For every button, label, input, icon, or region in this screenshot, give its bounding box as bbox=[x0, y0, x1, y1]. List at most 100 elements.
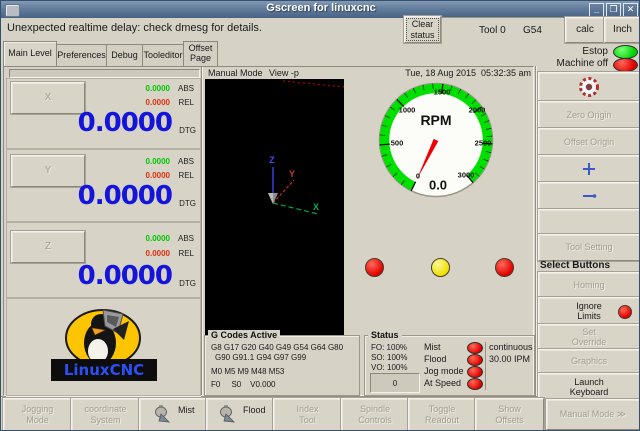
jog-increment-box[interactable]: 0 bbox=[370, 373, 420, 393]
zero-origin-button[interactable]: Zero Origin bbox=[538, 101, 640, 129]
gremlin-3d-viewport[interactable]: Z Y X bbox=[205, 79, 344, 336]
abs-label: ABS bbox=[178, 234, 194, 243]
gcodes-line2: G90 G91.1 G94 G97 G99 bbox=[215, 353, 306, 362]
offset-origin-button[interactable]: Offset Origin bbox=[538, 128, 640, 156]
minimize-icon[interactable]: _ bbox=[589, 3, 604, 17]
select-buttons-label: Select Buttons bbox=[540, 260, 610, 271]
jog-continuous-label: continuous bbox=[489, 342, 533, 352]
gauge-tick-1500: 1500 bbox=[434, 88, 451, 97]
tab-tooleditor[interactable]: Tooleditor bbox=[142, 44, 184, 66]
axis-x-button[interactable]: X bbox=[11, 82, 85, 114]
tool-setting-button[interactable]: Tool Setting bbox=[538, 234, 640, 261]
feed-override: FO: 100% bbox=[371, 343, 407, 352]
jogging-mode-button[interactable]: Jogging Mode bbox=[3, 398, 72, 431]
dro-group-z: Z 0.0000 ABS 0.0000 REL 0.0000 DTG bbox=[6, 222, 201, 298]
logo-text: LinuxCNC bbox=[64, 361, 144, 379]
show-offsets-button[interactable]: Show Offsets bbox=[475, 398, 544, 431]
z-abs-value: 0.0000 bbox=[146, 234, 170, 243]
homing-button[interactable]: Homing bbox=[538, 272, 640, 298]
y-axis-line bbox=[273, 180, 294, 203]
graphics-button[interactable]: Graphics bbox=[538, 349, 640, 374]
rpm-gauge: 0 500 1000 1500 2000 2500 3000 RPM 0.0 bbox=[376, 79, 496, 201]
coord-system: G54 bbox=[523, 25, 542, 36]
jog-progress-bar bbox=[9, 69, 200, 78]
jog-mode-status-led bbox=[467, 366, 483, 378]
status-divider bbox=[485, 342, 486, 390]
flood-status-label: Flood bbox=[424, 354, 447, 364]
mist-status-label: Mist bbox=[424, 342, 441, 352]
blank-button[interactable] bbox=[538, 209, 640, 235]
tab-offset-page[interactable]: Offset Page bbox=[183, 41, 218, 66]
z-dtg-value: 0.0000 bbox=[78, 261, 172, 291]
x-axis-line bbox=[273, 203, 318, 214]
flood-spray-icon bbox=[218, 404, 238, 424]
gcodes-frame-title: G Codes Active bbox=[208, 330, 280, 340]
tool-touchoff-button[interactable] bbox=[538, 72, 640, 102]
y-dtg-value: 0.0000 bbox=[78, 181, 172, 211]
gauge-title: RPM bbox=[420, 112, 451, 128]
at-speed-status-label: At Speed bbox=[424, 378, 461, 388]
gauge-tick-2500: 2500 bbox=[475, 139, 492, 148]
tab-main-level[interactable]: Main Level bbox=[3, 41, 57, 66]
axis-jog-button[interactable] bbox=[538, 182, 640, 210]
spindle-override: SO: 100% bbox=[371, 353, 407, 362]
coordinate-system-button[interactable]: coordinate System bbox=[71, 398, 140, 431]
machine-off-led bbox=[613, 58, 638, 72]
index-tool-button[interactable]: Index Tool bbox=[273, 398, 342, 431]
flood-button[interactable]: Flood bbox=[206, 398, 274, 431]
dro-group-y: Y 0.0000 ABS 0.0000 REL 0.0000 DTG bbox=[6, 149, 201, 222]
titlebar: Gscreen for linuxcnc _ ❐ ✕ bbox=[1, 1, 640, 18]
spindle-controls-button[interactable]: Spindle Controls bbox=[341, 398, 409, 431]
jog-mode-status-label: Jog mode bbox=[424, 366, 464, 376]
mist-button[interactable]: Mist bbox=[139, 398, 207, 431]
window-title: Gscreen for linuxcnc bbox=[1, 2, 640, 14]
move-to-origin-button[interactable] bbox=[538, 155, 640, 183]
y-axis-label: Y bbox=[289, 169, 295, 179]
calc-button[interactable]: calc bbox=[565, 17, 605, 43]
at-speed-status-led bbox=[467, 378, 483, 390]
mode-label: Manual Mode bbox=[208, 68, 263, 78]
tab-debug[interactable]: Debug bbox=[106, 44, 143, 66]
units-button[interactable]: Inch bbox=[604, 17, 640, 43]
close-icon[interactable]: ✕ bbox=[623, 3, 638, 17]
z-rel-value: 0.0000 bbox=[146, 249, 170, 258]
clear-status-button[interactable]: Clear status bbox=[404, 16, 441, 43]
toggle-readout-button[interactable]: Toggle Readout bbox=[408, 398, 476, 431]
gauge-tick-2000: 2000 bbox=[469, 106, 486, 115]
gauge-tick-0: 0 bbox=[416, 172, 420, 181]
status-message: Unexpected realtime delay: check dmesg f… bbox=[7, 22, 399, 34]
x-abs-value: 0.0000 bbox=[146, 84, 170, 93]
toolpath-extents-line bbox=[283, 81, 344, 87]
gcodes-frame: G Codes Active G8 G17 G20 G40 G49 G54 G6… bbox=[204, 335, 360, 396]
gauge-tick-3000: 3000 bbox=[458, 171, 475, 180]
tool-number: Tool 0 bbox=[479, 25, 506, 36]
launch-keyboard-button[interactable]: Launch Keyboard bbox=[538, 373, 640, 401]
datetime-label: Tue, 18 Aug 2015 05:32:35 am bbox=[331, 68, 531, 78]
x-axis-label: X bbox=[313, 202, 319, 212]
center-right-divider[interactable] bbox=[535, 66, 537, 396]
estop-label: Estop bbox=[536, 46, 608, 57]
spindle-led-left bbox=[365, 258, 384, 277]
rel-label: REL bbox=[178, 98, 194, 107]
mist-spray-icon bbox=[153, 404, 173, 424]
status-frame: Status FO: 100% SO: 100% VO: 100% 0 Mist… bbox=[364, 335, 535, 396]
spindle-led-center bbox=[431, 258, 450, 277]
manual-mode-button[interactable]: Manual Mode ≫ bbox=[546, 399, 640, 430]
gauge-dial-icon bbox=[578, 76, 600, 98]
axis-y-button[interactable]: Y bbox=[11, 155, 85, 187]
set-override-button[interactable]: Set Override bbox=[538, 324, 640, 350]
axis-z-button[interactable]: Z bbox=[11, 231, 85, 263]
x-rel-value: 0.0000 bbox=[146, 98, 170, 107]
ignore-limits-button[interactable]: Ignore Limits bbox=[538, 297, 640, 325]
maximize-icon[interactable]: ❐ bbox=[606, 3, 621, 17]
jog-rate-label: 30.00 IPM bbox=[489, 354, 530, 364]
gcodes-line1: G8 G17 G20 G40 G49 G54 G64 G80 bbox=[211, 343, 343, 352]
tab-preferences[interactable]: Preferences bbox=[56, 44, 107, 66]
status-frame-title: Status bbox=[368, 330, 402, 340]
spindle-led-right bbox=[495, 258, 514, 277]
flood-status-led bbox=[467, 354, 483, 366]
gauge-tick-1000: 1000 bbox=[399, 106, 416, 115]
z-axis-label: Z bbox=[269, 155, 275, 165]
logo-panel: LinuxCNC bbox=[6, 298, 201, 396]
abs-label: ABS bbox=[178, 84, 194, 93]
